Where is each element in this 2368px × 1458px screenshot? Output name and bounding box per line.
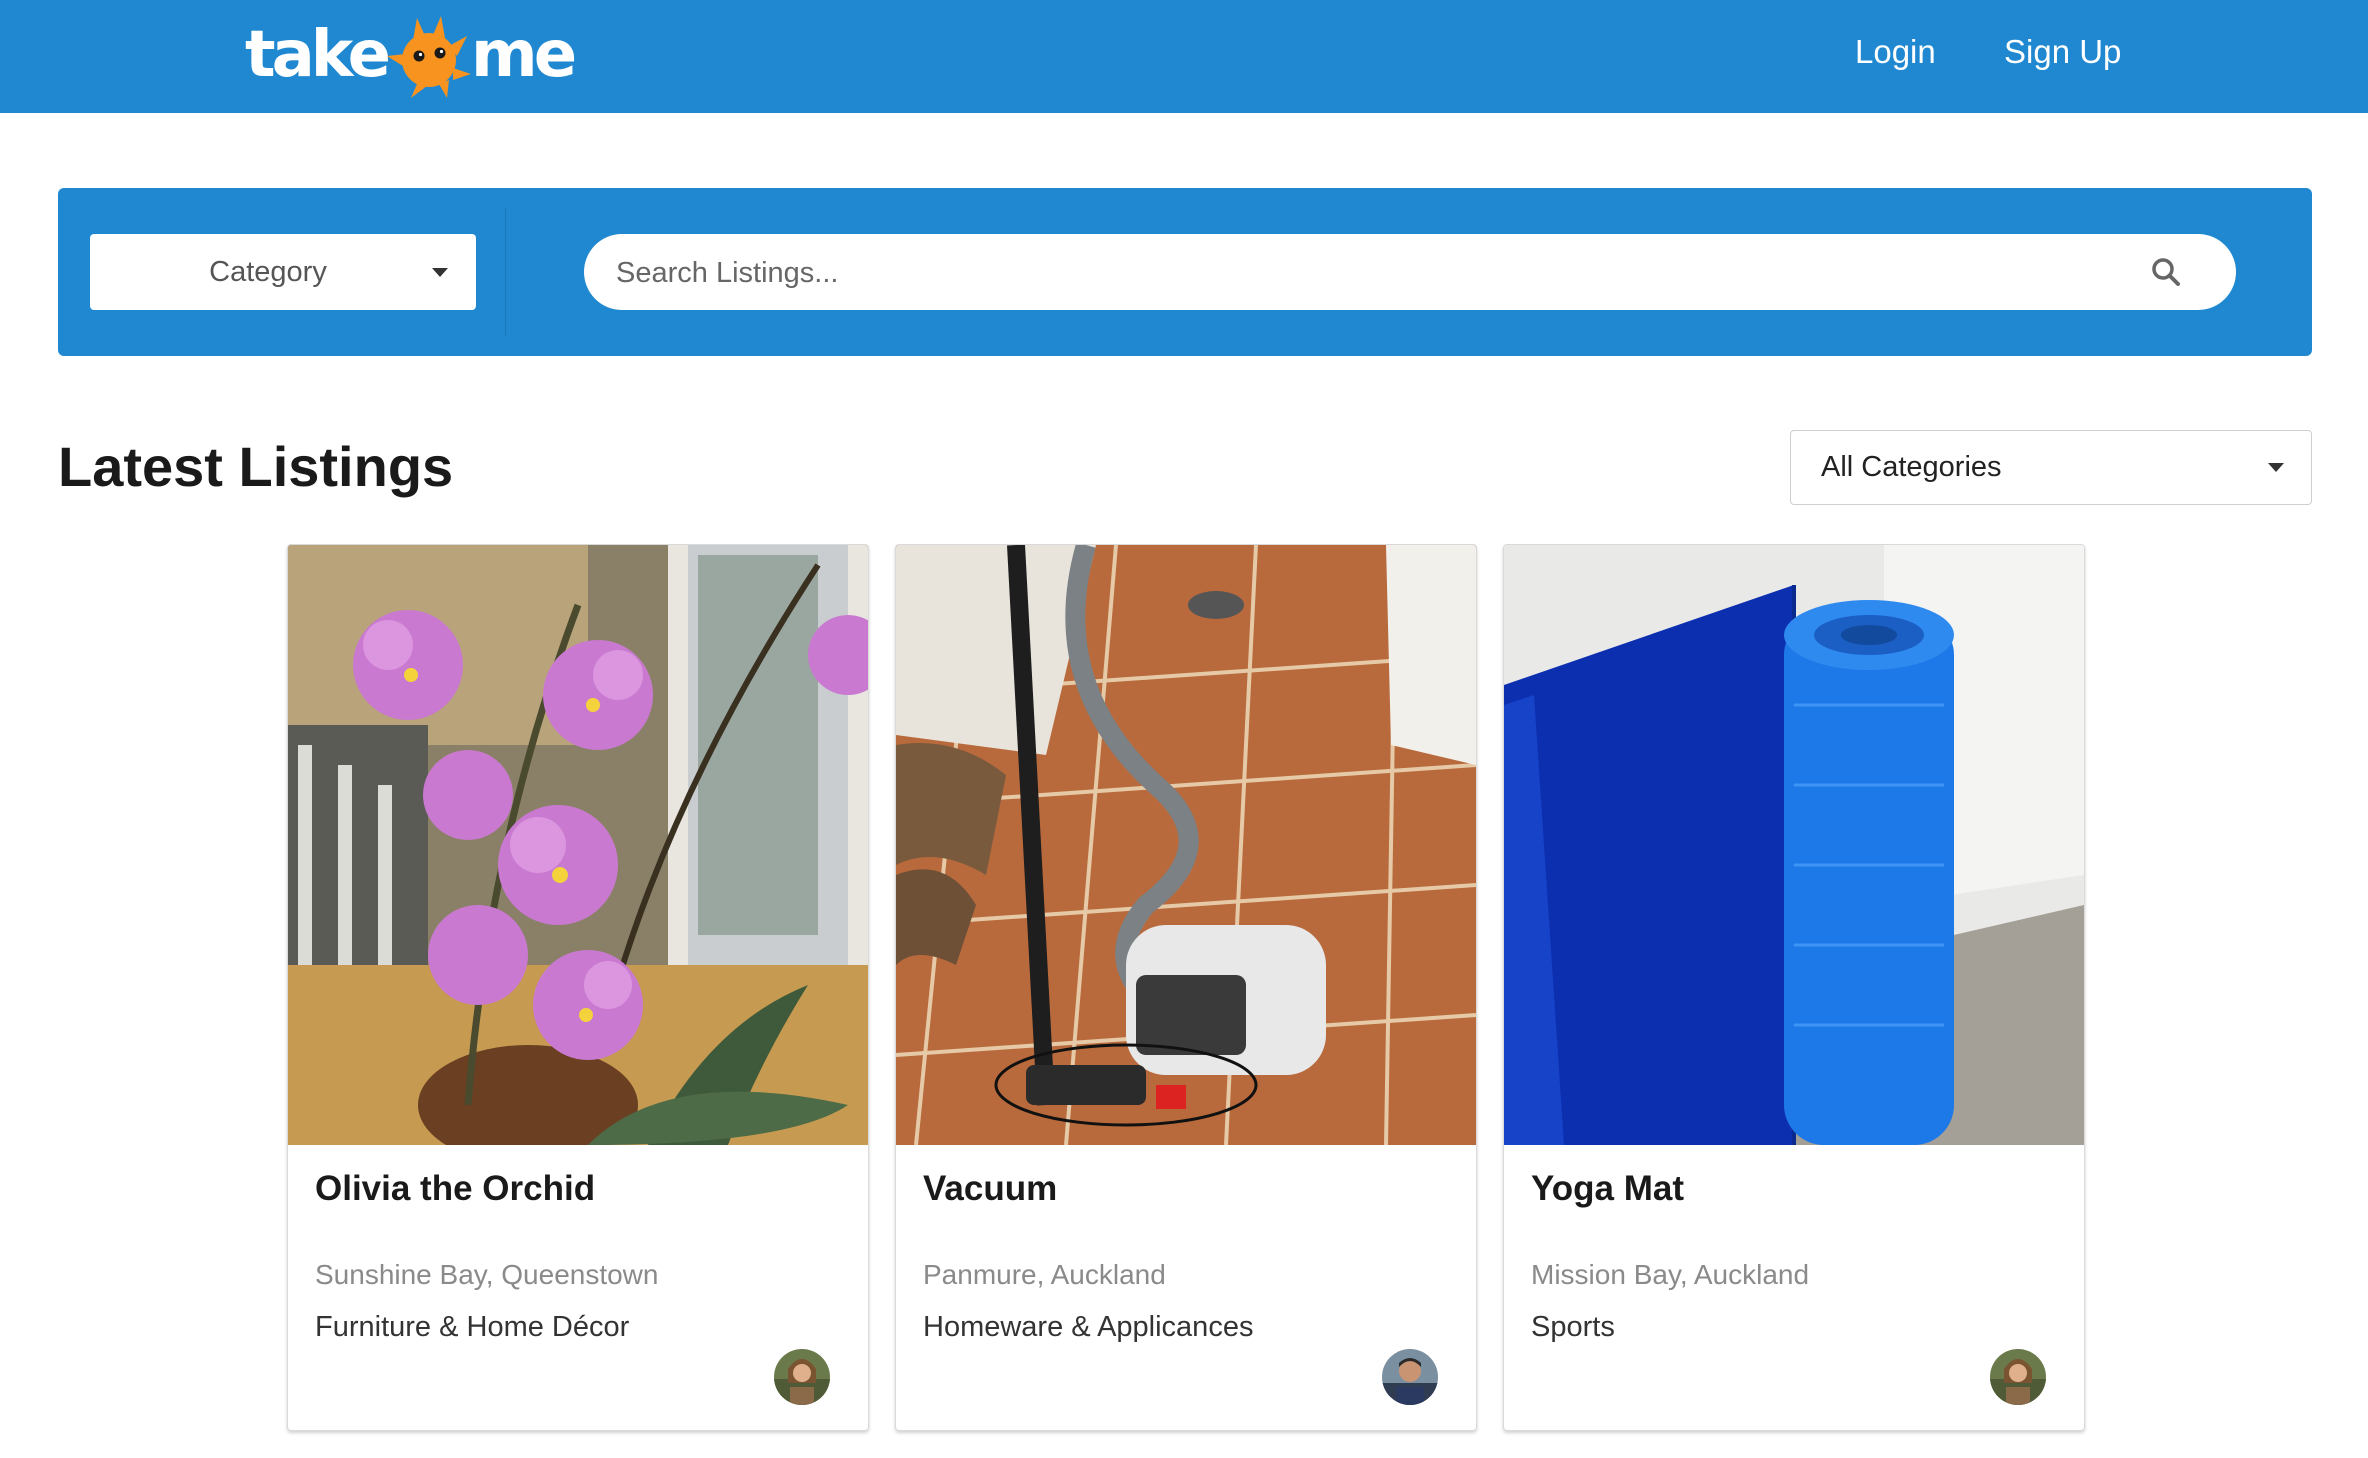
listing-category: Sports — [1531, 1311, 1615, 1343]
logo-text-right: me — [471, 18, 577, 92]
listing-category: Homeware & Applicances — [923, 1311, 1254, 1343]
listing-location: Mission Bay, Auckland — [1531, 1259, 1810, 1290]
signup-link[interactable]: Sign Up — [2004, 30, 2121, 74]
search-icon[interactable] — [2150, 256, 2182, 288]
listing-location: Panmure, Auckland — [923, 1259, 1166, 1290]
chevron-down-icon — [432, 268, 448, 277]
all-categories-dropdown[interactable]: All Categories — [1790, 430, 2312, 505]
listing-card-orchid[interactable]: Olivia the Orchid Sunshine Bay, Queensto… — [287, 544, 869, 1431]
listing-title[interactable]: Yoga Mat — [1531, 1164, 1684, 1214]
avatar[interactable] — [1382, 1349, 1438, 1405]
chevron-down-icon — [2268, 463, 2284, 472]
search-box[interactable] — [584, 234, 2236, 312]
login-link[interactable]: Login — [1855, 30, 1936, 74]
logo-text-left: take — [245, 18, 391, 92]
logo[interactable]: take me — [245, 10, 577, 100]
avatar[interactable] — [1990, 1349, 2046, 1405]
listing-card-yoga-mat[interactable]: Yoga Mat Mission Bay, Auckland Sports — [1503, 544, 2085, 1431]
category-dropdown-label: Category — [209, 256, 327, 288]
search-band: Category — [58, 188, 2312, 356]
all-categories-label: All Categories — [1821, 451, 2002, 483]
listing-category: Furniture & Home Décor — [315, 1311, 630, 1343]
divider — [505, 208, 506, 336]
page-title: Latest Listings — [58, 435, 454, 498]
category-dropdown[interactable]: Category — [90, 234, 476, 310]
listing-card-vacuum[interactable]: Vacuum Panmure, Auckland Homeware & Appl… — [895, 544, 1477, 1431]
avatar[interactable] — [774, 1349, 830, 1405]
listing-title[interactable]: Vacuum — [923, 1164, 1057, 1214]
listing-photo-vacuum — [896, 545, 1476, 1145]
listing-location: Sunshine Bay, Queenstown — [315, 1259, 659, 1290]
logo-mascot-icon — [387, 16, 472, 98]
listing-photo-yoga-mat — [1504, 545, 2084, 1145]
top-navbar: take me Login Sign Up — [0, 0, 2368, 113]
listing-photo-orchid — [288, 545, 868, 1145]
search-input[interactable] — [614, 234, 2158, 312]
listing-title[interactable]: Olivia the Orchid — [315, 1164, 595, 1214]
